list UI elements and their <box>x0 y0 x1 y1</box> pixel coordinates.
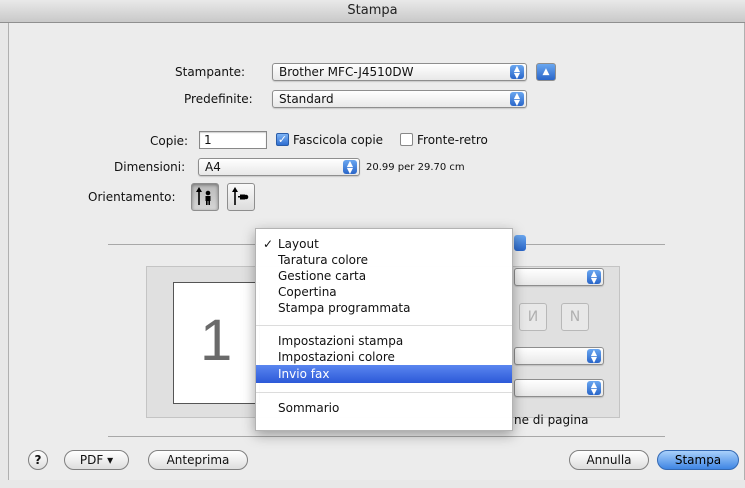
preview-page-number: 1 <box>200 308 233 373</box>
menu-separator <box>256 325 512 326</box>
border-popup[interactable]: ▲ ▼ <box>514 347 604 365</box>
print-button[interactable]: Stampa <box>657 450 739 470</box>
section-divider-left <box>108 244 258 245</box>
presets-label: Predefinite: <box>184 92 253 106</box>
popup-stepper-icon: ▲ ▼ <box>510 65 524 80</box>
menu-item-layout[interactable]: ✓ Layout <box>256 236 512 252</box>
menu-item-summary[interactable]: Sommario <box>256 400 512 416</box>
collate-label: Fascicola copie <box>293 133 384 147</box>
printer-value: Brother MFC-J4510DW <box>279 65 414 79</box>
help-button[interactable]: ? <box>28 450 48 470</box>
paper-size-value: A4 <box>205 160 221 174</box>
popup-stepper-icon: ▲ ▼ <box>510 92 524 107</box>
menu-item-scheduler[interactable]: Stampa programmata <box>256 300 512 316</box>
section-divider-right <box>525 244 665 245</box>
preview-button[interactable]: Anteprima <box>148 450 248 470</box>
layout-direction-icon: N <box>569 309 581 325</box>
layout-direction-button-4[interactable]: N <box>561 303 589 331</box>
paper-size-popup[interactable]: A4 ▲ ▼ <box>198 158 360 176</box>
pdf-button[interactable]: PDF ▾ <box>64 450 129 470</box>
checkmark-icon: ✓ <box>277 133 288 146</box>
two-sided-popup[interactable]: ▲ ▼ <box>514 379 604 397</box>
help-icon: ? <box>34 453 42 467</box>
menu-item-color-calibration[interactable]: Taratura colore <box>256 252 512 268</box>
paper-size-label: Dimensioni: <box>114 160 186 174</box>
menu-item-color-settings[interactable]: Impostazioni colore <box>256 349 512 365</box>
menu-separator <box>256 392 512 393</box>
popup-stepper-icon: ▲ ▼ <box>343 160 357 175</box>
popup-stepper-icon: ▲ ▼ <box>587 349 601 364</box>
triangle-up-icon: ▲ <box>542 67 550 77</box>
page-orientation-partial-label: ne di pagina <box>514 413 589 427</box>
landscape-icon <box>232 187 249 205</box>
menu-item-cover-page[interactable]: Copertina <box>256 284 512 300</box>
pages-per-sheet-popup[interactable]: ▲ ▼ <box>514 268 604 286</box>
popup-stepper-icon: ▲ ▼ <box>587 270 601 285</box>
checkmark-icon: ✓ <box>263 237 274 251</box>
cancel-button[interactable]: Annulla <box>569 450 649 470</box>
collate-checkbox[interactable]: ✓ <box>276 133 289 146</box>
menu-item-send-fax[interactable]: Invio fax <box>256 365 512 383</box>
panel-popup-stepper-icon[interactable] <box>514 235 526 251</box>
layout-direction-button-3[interactable]: И <box>519 303 547 331</box>
presets-value: Standard <box>279 92 334 106</box>
duplex-checkbox[interactable] <box>400 133 413 146</box>
orientation-label: Orientamento: <box>88 190 176 204</box>
popup-stepper-icon: ▲ ▼ <box>587 381 601 396</box>
presets-popup[interactable]: Standard ▲ ▼ <box>272 90 527 108</box>
paper-dimensions-text: 20.99 per 29.70 cm <box>366 162 465 173</box>
page-preview: 1 <box>173 282 260 404</box>
duplex-label: Fronte-retro <box>417 133 488 147</box>
printer-popup[interactable]: Brother MFC-J4510DW ▲ ▼ <box>272 63 527 81</box>
footer-divider <box>108 436 665 437</box>
copies-label: Copie: <box>150 134 189 148</box>
window-titlebar: Stampa <box>0 0 745 23</box>
panel-popup-menu: ✓ Layout Taratura colore Gestione carta C… <box>255 228 513 431</box>
portrait-button[interactable] <box>191 183 219 211</box>
printer-label: Stampante: <box>175 65 246 79</box>
layout-direction-icon: И <box>527 309 539 325</box>
menu-item-paper-handling[interactable]: Gestione carta <box>256 268 512 284</box>
copies-field[interactable]: 1 <box>199 131 267 149</box>
hide-details-button[interactable]: ▲ <box>536 63 556 81</box>
portrait-icon <box>196 187 211 205</box>
menu-item-print-settings[interactable]: Impostazioni stampa <box>256 333 512 349</box>
landscape-button[interactable] <box>227 183 255 211</box>
window-title: Stampa <box>347 3 398 18</box>
